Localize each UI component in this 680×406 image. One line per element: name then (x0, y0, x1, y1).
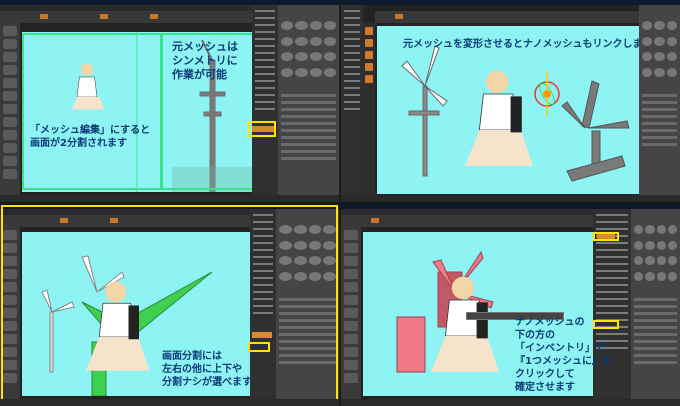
highlight-left-view (22, 33, 162, 190)
panel-top-right: 元メッシュを変形させるとナノメッシュもリンクします (341, 0, 680, 202)
caption-bottom-right: ナノメッシュの 下の方の 「インベントリ」で 『1つメッシュに』を クリックして… (515, 317, 612, 393)
viewport-render (401, 45, 630, 182)
brush-palette[interactable] (639, 5, 680, 202)
viewport[interactable] (377, 26, 639, 194)
caption-top-left-b: 元メッシュは シンメトリに 作業が可能 (172, 40, 238, 81)
character-model (465, 70, 533, 166)
panel-top-left: 「メッシュ編集」にすると 画面が2分割されます 元メッシュは シンメトリに 作業… (0, 0, 339, 202)
left-tray[interactable] (0, 23, 20, 202)
brush-palette[interactable] (631, 209, 680, 406)
window-titlebar (341, 0, 680, 5)
left-shelf[interactable] (363, 23, 375, 202)
transform-gizmo-icon (534, 71, 560, 116)
windmill-right (561, 80, 630, 182)
highlight-mesh-edit (248, 121, 276, 137)
subtool-list[interactable] (341, 5, 363, 202)
panel-bottom-right: ナノメッシュの 下の方の 「インベントリ」で 『1つメッシュに』を クリックして… (341, 204, 680, 406)
caption-top-left-a: 「メッシュ編集」にすると 画面が2分割されます (30, 125, 151, 149)
status-bar (0, 195, 339, 202)
windmill-left (401, 45, 448, 177)
status-bar (341, 399, 680, 406)
status-bar (341, 195, 680, 202)
top-toolbar[interactable] (375, 11, 645, 23)
caption-bottom-left: 画面分割には 左右の他に上下や 分割ナシが選べます (162, 351, 252, 388)
highlight-nanomesh (593, 232, 619, 241)
brush-palette[interactable] (278, 5, 339, 202)
panel-bottom-left: 画面分割には 左右の他に上下や 分割ナシが選べます (0, 204, 339, 406)
subtool-list[interactable] (252, 5, 278, 202)
caption-top-right: 元メッシュを変形させるとナノメッシュもリンクします (403, 39, 653, 50)
status-bar (0, 399, 339, 406)
left-tray[interactable] (341, 227, 361, 406)
